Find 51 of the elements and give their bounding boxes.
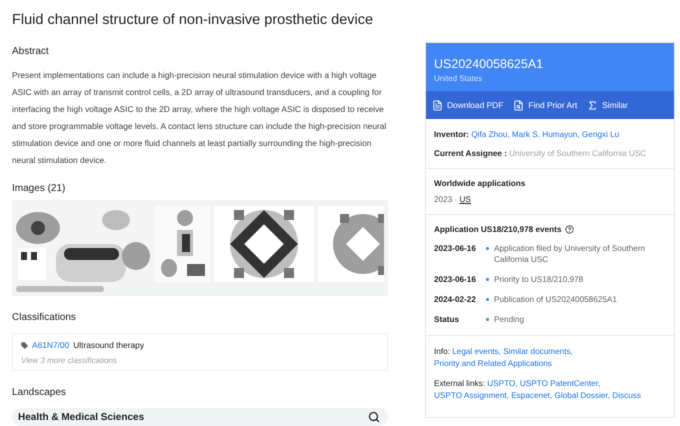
worldwide-heading: Worldwide applications bbox=[434, 179, 526, 188]
event-text: Priority to US18/210,978 bbox=[494, 274, 584, 285]
link[interactable]: USPTO Assignment, bbox=[434, 391, 509, 400]
action-button[interactable]: Download PDF bbox=[432, 100, 504, 110]
separator: · bbox=[454, 195, 458, 204]
event-date: 2024-02-22 bbox=[434, 294, 477, 305]
inventor-line: Inventor: Qifa Zhou, Mark S. Humayun, Gengxi Lu bbox=[434, 129, 620, 141]
scrollbar-thumb[interactable] bbox=[16, 286, 104, 292]
link[interactable]: Mark S. Humayun, bbox=[512, 130, 580, 139]
link[interactable]: Global Dossier, bbox=[554, 391, 610, 400]
classification-code[interactable]: A61N7/00 bbox=[32, 340, 70, 350]
tag-icon bbox=[21, 342, 28, 348]
patent-number: US20240058625A1 bbox=[434, 57, 544, 71]
event-text: Publication of US20240058625A1 bbox=[494, 294, 618, 305]
section-heading: Landscapes bbox=[12, 387, 67, 398]
section-heading: Abstract bbox=[12, 46, 50, 57]
more-classifications-link[interactable]: View 3 more classifications bbox=[21, 356, 379, 365]
sigma-icon bbox=[587, 100, 598, 110]
assignee-line: Current Assignee : University of Southern California USC bbox=[434, 148, 648, 160]
events-heading: Application US18/210,978 events bbox=[434, 225, 666, 234]
link[interactable]: USPTO PatentCenter, bbox=[520, 379, 600, 388]
event-date: 2023-06-16 bbox=[434, 274, 477, 285]
link[interactable]: Discuss bbox=[612, 391, 641, 400]
search-icon[interactable] bbox=[368, 411, 380, 423]
classification-label: Ultrasound therapy bbox=[73, 340, 144, 350]
document-icon bbox=[432, 100, 443, 110]
country-link[interactable]: US bbox=[460, 195, 471, 204]
page-title: Fluid channel structure of non-invasive prosthetic device bbox=[12, 12, 374, 28]
abstract-text: Present implementations can include a high-precision neural stimulation device with a high voltage ASIC with an array of transmit control cells, a 2D array of ultrasound transducers, and a coupling for interfacing the high voltage ASIC to the 2D array, where the high voltage ASIC is disposed to receive and store programmable voltage levels. A contact lens structure can include the high-precision neural stimulation device and one or more fluid channels at least partially surrounding the high-precision neural stimulation device. bbox=[12, 69, 388, 167]
link[interactable]: Priority and Related Applications bbox=[434, 359, 552, 368]
event-text: Application filed by University of Southern California USC bbox=[494, 243, 646, 265]
event-date: Status bbox=[434, 314, 460, 325]
event-date: 2023-06-16 bbox=[434, 243, 477, 255]
help-icon[interactable] bbox=[565, 225, 574, 234]
link[interactable]: Qifa Zhou, bbox=[471, 130, 510, 139]
link[interactable]: USPTO, bbox=[487, 379, 518, 388]
landscape-search-field[interactable]: Health & Medical Sciences bbox=[12, 408, 388, 426]
link[interactable]: Legal events, bbox=[452, 347, 501, 356]
event-text: Pending bbox=[494, 314, 526, 325]
link[interactable]: Similar documents, bbox=[503, 347, 573, 356]
worldwide-line: 2023 · US bbox=[434, 194, 472, 206]
section-heading: Images (21) bbox=[12, 183, 66, 194]
link[interactable]: Espacenet, bbox=[511, 391, 552, 400]
info-line: Info: Legal events, Similar documents, Priority and Related Applications bbox=[434, 346, 574, 370]
external-links-line: External links: USPTO, USPTO PatentCenter, USPTO Assignment, Espacenet, Global Dossier, Discuss bbox=[434, 378, 642, 402]
document-search-icon bbox=[513, 100, 524, 110]
link[interactable]: Gengxi Lu bbox=[582, 130, 620, 139]
action-button[interactable]: Similar bbox=[587, 100, 628, 110]
action-button[interactable]: Find Prior Art bbox=[513, 100, 578, 110]
section-heading: Classifications bbox=[12, 312, 77, 323]
patent-country: United States bbox=[434, 74, 484, 83]
